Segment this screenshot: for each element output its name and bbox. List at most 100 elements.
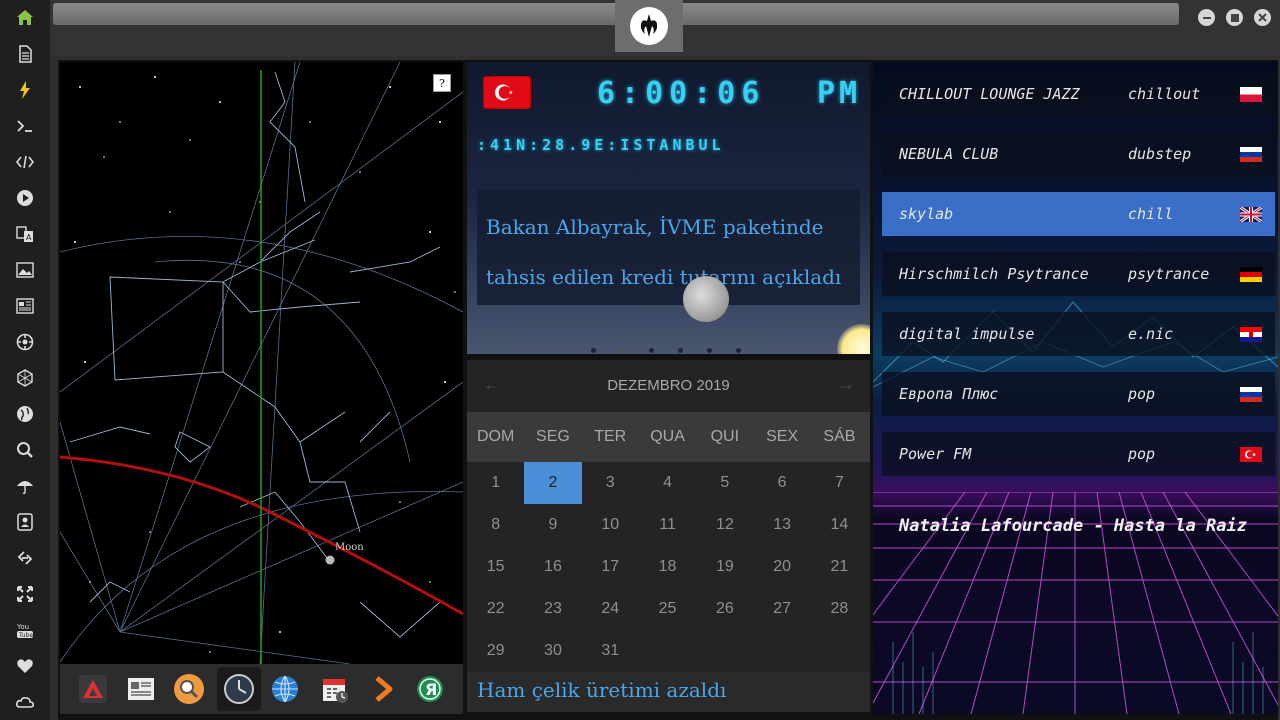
desktop: A You Tube Moon ? Я 6:00:06 PM:41N:28.9… xyxy=(0,0,1280,720)
calendar-day[interactable]: 11 xyxy=(639,504,696,546)
weekday-label: SEG xyxy=(536,428,570,445)
search-icon[interactable] xyxy=(14,439,36,461)
help-button[interactable]: ? xyxy=(433,74,451,92)
stars xyxy=(74,76,456,653)
svg-text:Tube: Tube xyxy=(18,632,33,639)
clock-icon[interactable] xyxy=(217,667,261,711)
germany-flag-icon xyxy=(1240,267,1262,282)
moon-phase-icon xyxy=(683,276,729,322)
link-icon[interactable] xyxy=(14,547,36,569)
home-icon[interactable] xyxy=(14,7,36,29)
calendar-day[interactable]: 16 xyxy=(524,546,581,588)
contacts-icon[interactable] xyxy=(14,511,36,533)
globe-icon[interactable] xyxy=(14,403,36,425)
prev-month-button[interactable]: ← xyxy=(483,374,501,395)
calendar-day[interactable]: 10 xyxy=(582,504,639,546)
calendar-day[interactable]: 1 xyxy=(467,462,524,504)
station-row[interactable]: Европа Плюс pop xyxy=(882,372,1275,416)
translate-icon[interactable]: A xyxy=(14,223,36,245)
cloud-icon[interactable] xyxy=(14,691,36,713)
terminal-icon[interactable] xyxy=(14,115,36,137)
document-icon[interactable] xyxy=(14,43,36,65)
newspaper-icon[interactable] xyxy=(123,671,159,707)
calendar-day-selected[interactable]: 2 xyxy=(524,462,582,504)
calendar-widget: ← DEZEMBRO 2019 → DOM SEG TER QUA QUI SE… xyxy=(467,360,870,672)
calendar-icon[interactable] xyxy=(317,671,353,707)
calendar-day[interactable]: 4 xyxy=(639,462,696,504)
calendar-day[interactable]: 7 xyxy=(811,462,868,504)
calendar-day[interactable]: 23 xyxy=(524,588,581,630)
station-row[interactable]: digital impulse e.nic xyxy=(882,312,1275,356)
minimize-button[interactable] xyxy=(1198,9,1215,26)
close-button[interactable] xyxy=(1254,9,1271,26)
news-ticker[interactable]: Ham çelik üretimi azaldı xyxy=(467,672,870,712)
station-genre: psytrance xyxy=(1128,265,1210,283)
calendar-day[interactable]: 5 xyxy=(696,462,753,504)
image-icon[interactable] xyxy=(14,259,36,281)
calendar-day[interactable]: 13 xyxy=(753,504,810,546)
station-row[interactable]: Power FM pop xyxy=(882,432,1275,476)
settings-gear-icon[interactable] xyxy=(14,331,36,353)
weekday-label: DOM xyxy=(476,428,515,445)
maximize-button[interactable] xyxy=(1226,9,1243,26)
uk-flag-icon xyxy=(1240,207,1262,222)
calendar-day[interactable]: 18 xyxy=(639,546,696,588)
station-genre: chillout xyxy=(1128,85,1201,103)
calendar-day[interactable]: 27 xyxy=(753,588,810,630)
news-icon[interactable] xyxy=(14,295,36,317)
globe-icon[interactable] xyxy=(267,671,303,707)
calendar-day[interactable]: 19 xyxy=(696,546,753,588)
rebel-emblem-button[interactable] xyxy=(615,0,683,52)
station-row[interactable]: CHILLOUT LOUNGE JAZZ chillout xyxy=(882,72,1275,116)
calendar-day[interactable]: 30 xyxy=(524,630,581,672)
next-month-button[interactable]: → xyxy=(837,374,855,395)
calendar-day[interactable]: 6 xyxy=(753,462,810,504)
station-genre: pop xyxy=(1128,445,1156,463)
yandex-icon[interactable]: Я xyxy=(412,671,448,707)
radio-station-list: CHILLOUT LOUNGE JAZZ chillout NEBULA CLU… xyxy=(873,62,1278,714)
weekday-label: TER xyxy=(594,428,627,445)
hexagon-icon[interactable] xyxy=(14,367,36,389)
code-icon[interactable] xyxy=(14,151,36,173)
calendar-day[interactable]: 9 xyxy=(524,504,581,546)
calendar-day[interactable]: 17 xyxy=(582,546,639,588)
calendar-day[interactable]: 20 xyxy=(753,546,810,588)
calendar-day[interactable]: 28 xyxy=(811,588,868,630)
station-genre: chill xyxy=(1128,205,1174,223)
weekday-label: SEX xyxy=(766,428,799,445)
station-genre: e.nic xyxy=(1128,325,1174,343)
sky-map[interactable]: Moon xyxy=(60,62,463,664)
calendar-day[interactable]: 15 xyxy=(467,546,524,588)
page-dot xyxy=(678,348,683,353)
station-row-active[interactable]: skylab chill xyxy=(882,192,1275,236)
calendar-day[interactable]: 12 xyxy=(696,504,753,546)
station-row[interactable]: Hirschmilch Psytrance psytrance xyxy=(882,252,1275,296)
youtube-icon[interactable]: You Tube xyxy=(14,619,36,641)
calendar-day[interactable]: 24 xyxy=(582,588,639,630)
news-headline-box[interactable]: Bakan Albayrak, İVME paketinde tahsis ed… xyxy=(477,190,860,305)
calendar-day[interactable]: 31 xyxy=(582,630,639,672)
pagination-dots[interactable] xyxy=(591,348,741,353)
calendar-day[interactable]: 8 xyxy=(467,504,524,546)
lightning-icon[interactable] xyxy=(14,79,36,101)
play-icon[interactable] xyxy=(14,187,36,209)
calendar-day[interactable]: 26 xyxy=(696,588,753,630)
station-name: NEBULA CLUB xyxy=(899,145,999,163)
arrow-icon[interactable] xyxy=(365,671,401,707)
calendar-day[interactable]: 29 xyxy=(467,630,524,672)
station-row[interactable]: NEBULA CLUB dubstep xyxy=(882,132,1275,176)
calendar-day[interactable]: 3 xyxy=(582,462,639,504)
calendar-day[interactable]: 25 xyxy=(639,588,696,630)
calendar-day[interactable]: 14 xyxy=(811,504,868,546)
page-dot-active xyxy=(620,348,625,353)
umbrella-icon[interactable] xyxy=(14,475,36,497)
app-launcher-icon[interactable] xyxy=(75,671,111,707)
magnifier-icon[interactable] xyxy=(171,671,207,707)
calendar-day[interactable]: 21 xyxy=(811,546,868,588)
expand-icon[interactable] xyxy=(14,583,36,605)
page-dot xyxy=(591,348,596,353)
calendar-day[interactable]: 22 xyxy=(467,588,524,630)
clock-time: 6:00:06 xyxy=(597,76,766,111)
heart-icon[interactable] xyxy=(14,655,36,677)
calendar-days-grid: 1 2 3 4 5 6 7 8 9 10 11 12 13 14 15 16 17 18 19 20 21 22 23 24 2… xyxy=(467,462,870,672)
